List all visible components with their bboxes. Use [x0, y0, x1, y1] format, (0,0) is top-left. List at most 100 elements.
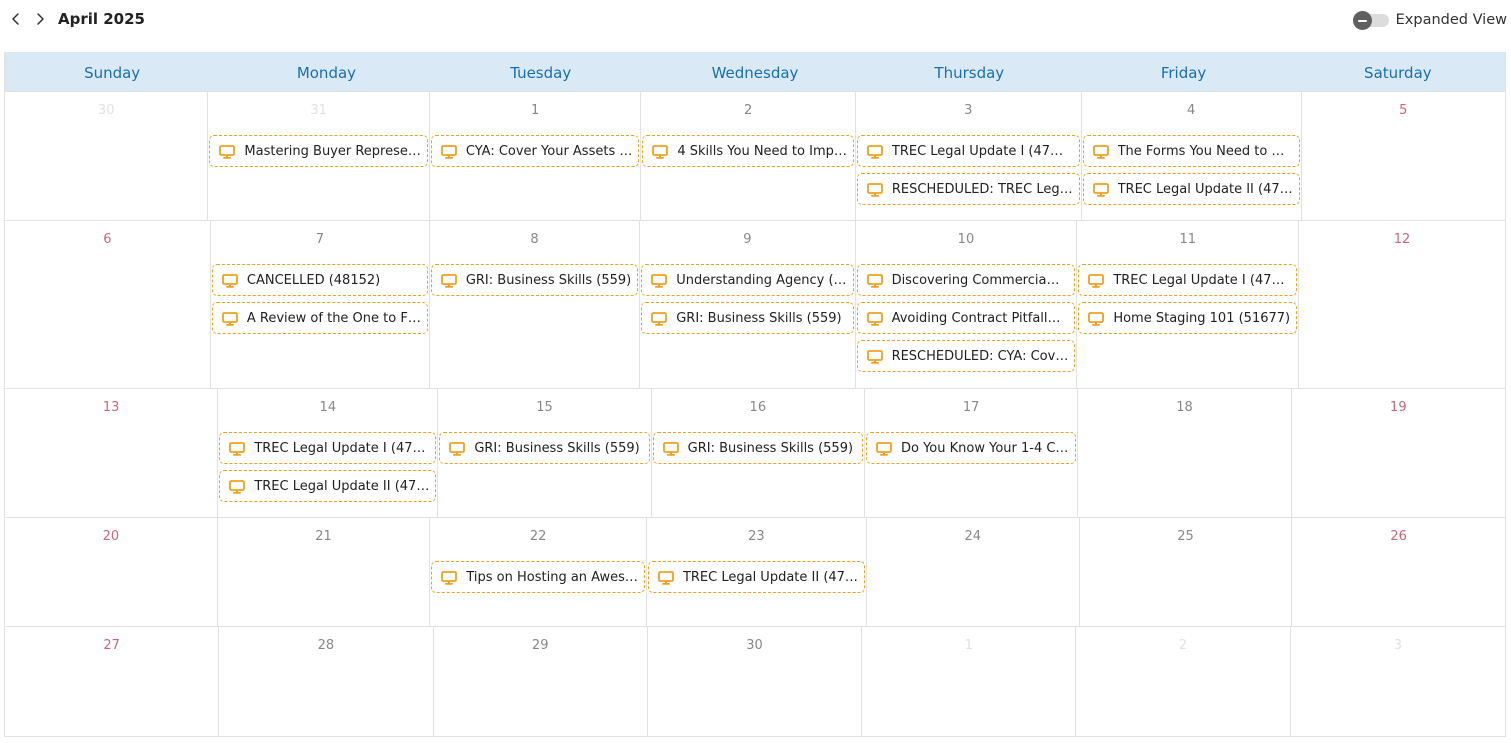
day-cell[interactable]: 2 4 Skills You Need to Imp… — [641, 92, 856, 220]
event-chip[interactable]: TREC Legal Update I (47… — [856, 135, 1080, 167]
event-label: Discovering Commercia… — [891, 272, 1060, 288]
event-chip[interactable]: The Forms You Need to … — [1082, 135, 1300, 167]
event-chip[interactable]: Do You Know Your 1-4 C… — [865, 432, 1077, 464]
day-cell[interactable]: 23 TREC Legal Update II (47… — [647, 518, 867, 626]
day-cell[interactable]: 26 — [1292, 518, 1505, 626]
event-label: CANCELLED (48152) — [246, 272, 381, 288]
day-cell[interactable]: 27 — [5, 627, 220, 736]
monitor-icon — [440, 273, 457, 288]
day-cell[interactable]: 3 — [1291, 627, 1505, 736]
monitor-icon — [1092, 182, 1109, 197]
weekday-sunday: Sunday — [84, 63, 141, 82]
day-cell[interactable]: 14 TREC Legal Update I (47… TREC Legal Upd… — [218, 389, 439, 517]
event-chip[interactable]: A Review of the One to F… — [211, 302, 428, 334]
day-cell[interactable]: 22 Tips on Hosting an Awes… — [430, 518, 647, 626]
monitor-icon — [440, 144, 457, 159]
event-label: TREC Legal Update I (47… — [891, 143, 1064, 159]
day-cell[interactable]: 1 — [862, 627, 1077, 736]
monitor-icon — [221, 273, 238, 288]
event-chip[interactable]: RESCHEDULED: CYA: Cov… — [856, 340, 1076, 372]
day-number: 3 — [964, 103, 973, 118]
day-cell[interactable]: 5 — [1302, 92, 1505, 220]
event-chip[interactable]: Mastering Buyer Represe… — [209, 135, 428, 167]
event-chip[interactable]: Home Staging 101 (51677) — [1078, 302, 1298, 334]
day-cell[interactable]: 17 Do You Know Your 1-4 C… — [865, 389, 1079, 517]
monitor-icon — [651, 311, 668, 326]
day-cell[interactable]: 4 The Forms You Need to … TREC Legal Updat… — [1082, 92, 1302, 220]
event-label: The Forms You Need to … — [1117, 143, 1285, 159]
monitor-icon — [1092, 144, 1109, 159]
event-chip[interactable]: CYA: Cover Your Assets … — [430, 135, 640, 167]
day-cell[interactable]: 1 CYA: Cover Your Assets … — [430, 92, 642, 220]
day-cell[interactable]: 8 GRI: Business Skills (559) — [430, 221, 641, 388]
event-chip[interactable]: GRI: Business Skills (559) — [641, 302, 854, 334]
event-chip[interactable]: RESCHEDULED: TREC Leg… — [856, 173, 1080, 205]
monitor-icon — [876, 441, 892, 456]
event-chip[interactable]: GRI: Business Skills (559) — [652, 432, 863, 464]
day-cell[interactable]: 15 GRI: Business Skills (559) — [438, 389, 652, 517]
event-chip[interactable]: GRI: Business Skills (559) — [439, 432, 650, 464]
event-chip[interactable]: Discovering Commercia… — [856, 264, 1076, 296]
toggle-switch[interactable] — [1352, 10, 1390, 30]
day-cell[interactable]: 18 — [1078, 389, 1292, 517]
next-month-button[interactable] — [30, 8, 50, 30]
event-label: RESCHEDULED: CYA: Cov… — [891, 348, 1069, 364]
day-cell[interactable]: 2 — [1076, 627, 1291, 736]
day-events: TREC Legal Update I (47… TREC Legal Updat… — [219, 432, 437, 502]
day-cell[interactable]: 30 — [648, 627, 863, 736]
event-chip[interactable]: CANCELLED (48152) — [211, 264, 428, 296]
calendar-toolbar: April 2025 Expanded View — [0, 0, 1511, 44]
day-events: CYA: Cover Your Assets … — [430, 135, 640, 167]
event-chip[interactable]: TREC Legal Update II (47… — [1082, 173, 1300, 205]
event-chip[interactable]: GRI: Business Skills (559) — [430, 264, 639, 296]
day-cell[interactable]: 10 Discovering Commercia… Avoiding Contrac… — [856, 221, 1078, 388]
event-chip[interactable]: TREC Legal Update I (47… — [219, 432, 437, 464]
day-cell[interactable]: 29 — [434, 627, 648, 736]
day-cell[interactable]: 25 — [1080, 518, 1293, 626]
day-cell[interactable]: 13 — [5, 389, 219, 517]
event-chip[interactable]: Avoiding Contract Pitfall… — [856, 302, 1076, 334]
day-cell[interactable]: 30 — [5, 92, 209, 220]
toggle-label: Expanded View — [1395, 12, 1507, 28]
day-cell[interactable]: 11 TREC Legal Update I (47… Home Staging 1… — [1077, 221, 1300, 388]
day-number: 25 — [1177, 529, 1194, 544]
day-cell[interactable]: 21 — [218, 518, 431, 626]
day-number: 9 — [743, 232, 752, 247]
day-cell[interactable]: 20 — [5, 518, 218, 626]
day-number: 20 — [102, 529, 120, 544]
day-events: Mastering Buyer Represe… — [209, 135, 428, 167]
day-cell[interactable]: 24 — [867, 518, 1080, 626]
event-label: TREC Legal Update II (47… — [1117, 181, 1293, 197]
day-cell[interactable]: 16 GRI: Business Skills (559) — [652, 389, 865, 517]
day-cell[interactable]: 12 — [1299, 221, 1505, 388]
event-label: Mastering Buyer Represe… — [244, 143, 421, 159]
day-cell[interactable]: 28 — [219, 627, 434, 736]
event-chip[interactable]: TREC Legal Update II (47… — [647, 561, 865, 593]
day-cell[interactable]: 19 — [1292, 389, 1505, 517]
week-row: 27 28 29 30 1 2 3 — [5, 626, 1505, 737]
prev-month-button[interactable] — [6, 8, 26, 30]
day-number: 11 — [1179, 232, 1196, 247]
day-number: 2 — [743, 103, 753, 118]
weekday-monday: Monday — [296, 63, 357, 82]
day-cell[interactable]: 7 CANCELLED (48152) A Review of the One to… — [211, 221, 430, 388]
monitor-icon — [866, 273, 883, 288]
weekday-friday: Friday — [1160, 63, 1207, 82]
monitor-icon — [866, 144, 883, 159]
event-chip[interactable]: Understanding Agency (… — [641, 264, 854, 296]
day-number: 5 — [1399, 103, 1408, 118]
event-chip[interactable]: Tips on Hosting an Awes… — [431, 561, 645, 593]
day-number: 26 — [1390, 529, 1407, 544]
day-cell[interactable]: 3 TREC Legal Update I (47… RESCHEDULED: TR… — [856, 92, 1082, 220]
event-label: CYA: Cover Your Assets … — [465, 143, 633, 159]
expanded-view-toggle[interactable]: Expanded View — [1352, 10, 1507, 30]
event-chip[interactable]: TREC Legal Update II (47… — [219, 470, 437, 502]
day-cell[interactable]: 6 — [5, 221, 211, 388]
day-number: 19 — [1390, 400, 1407, 415]
event-chip[interactable]: 4 Skills You Need to Imp… — [642, 135, 854, 167]
day-cell[interactable]: 9 Understanding Agency (… GRI: Business Sk… — [640, 221, 856, 388]
day-cell[interactable]: 31 Mastering Buyer Represe… — [208, 92, 430, 220]
day-number: 14 — [319, 400, 337, 415]
day-number: 1 — [530, 103, 540, 118]
event-chip[interactable]: TREC Legal Update I (47… — [1078, 264, 1298, 296]
